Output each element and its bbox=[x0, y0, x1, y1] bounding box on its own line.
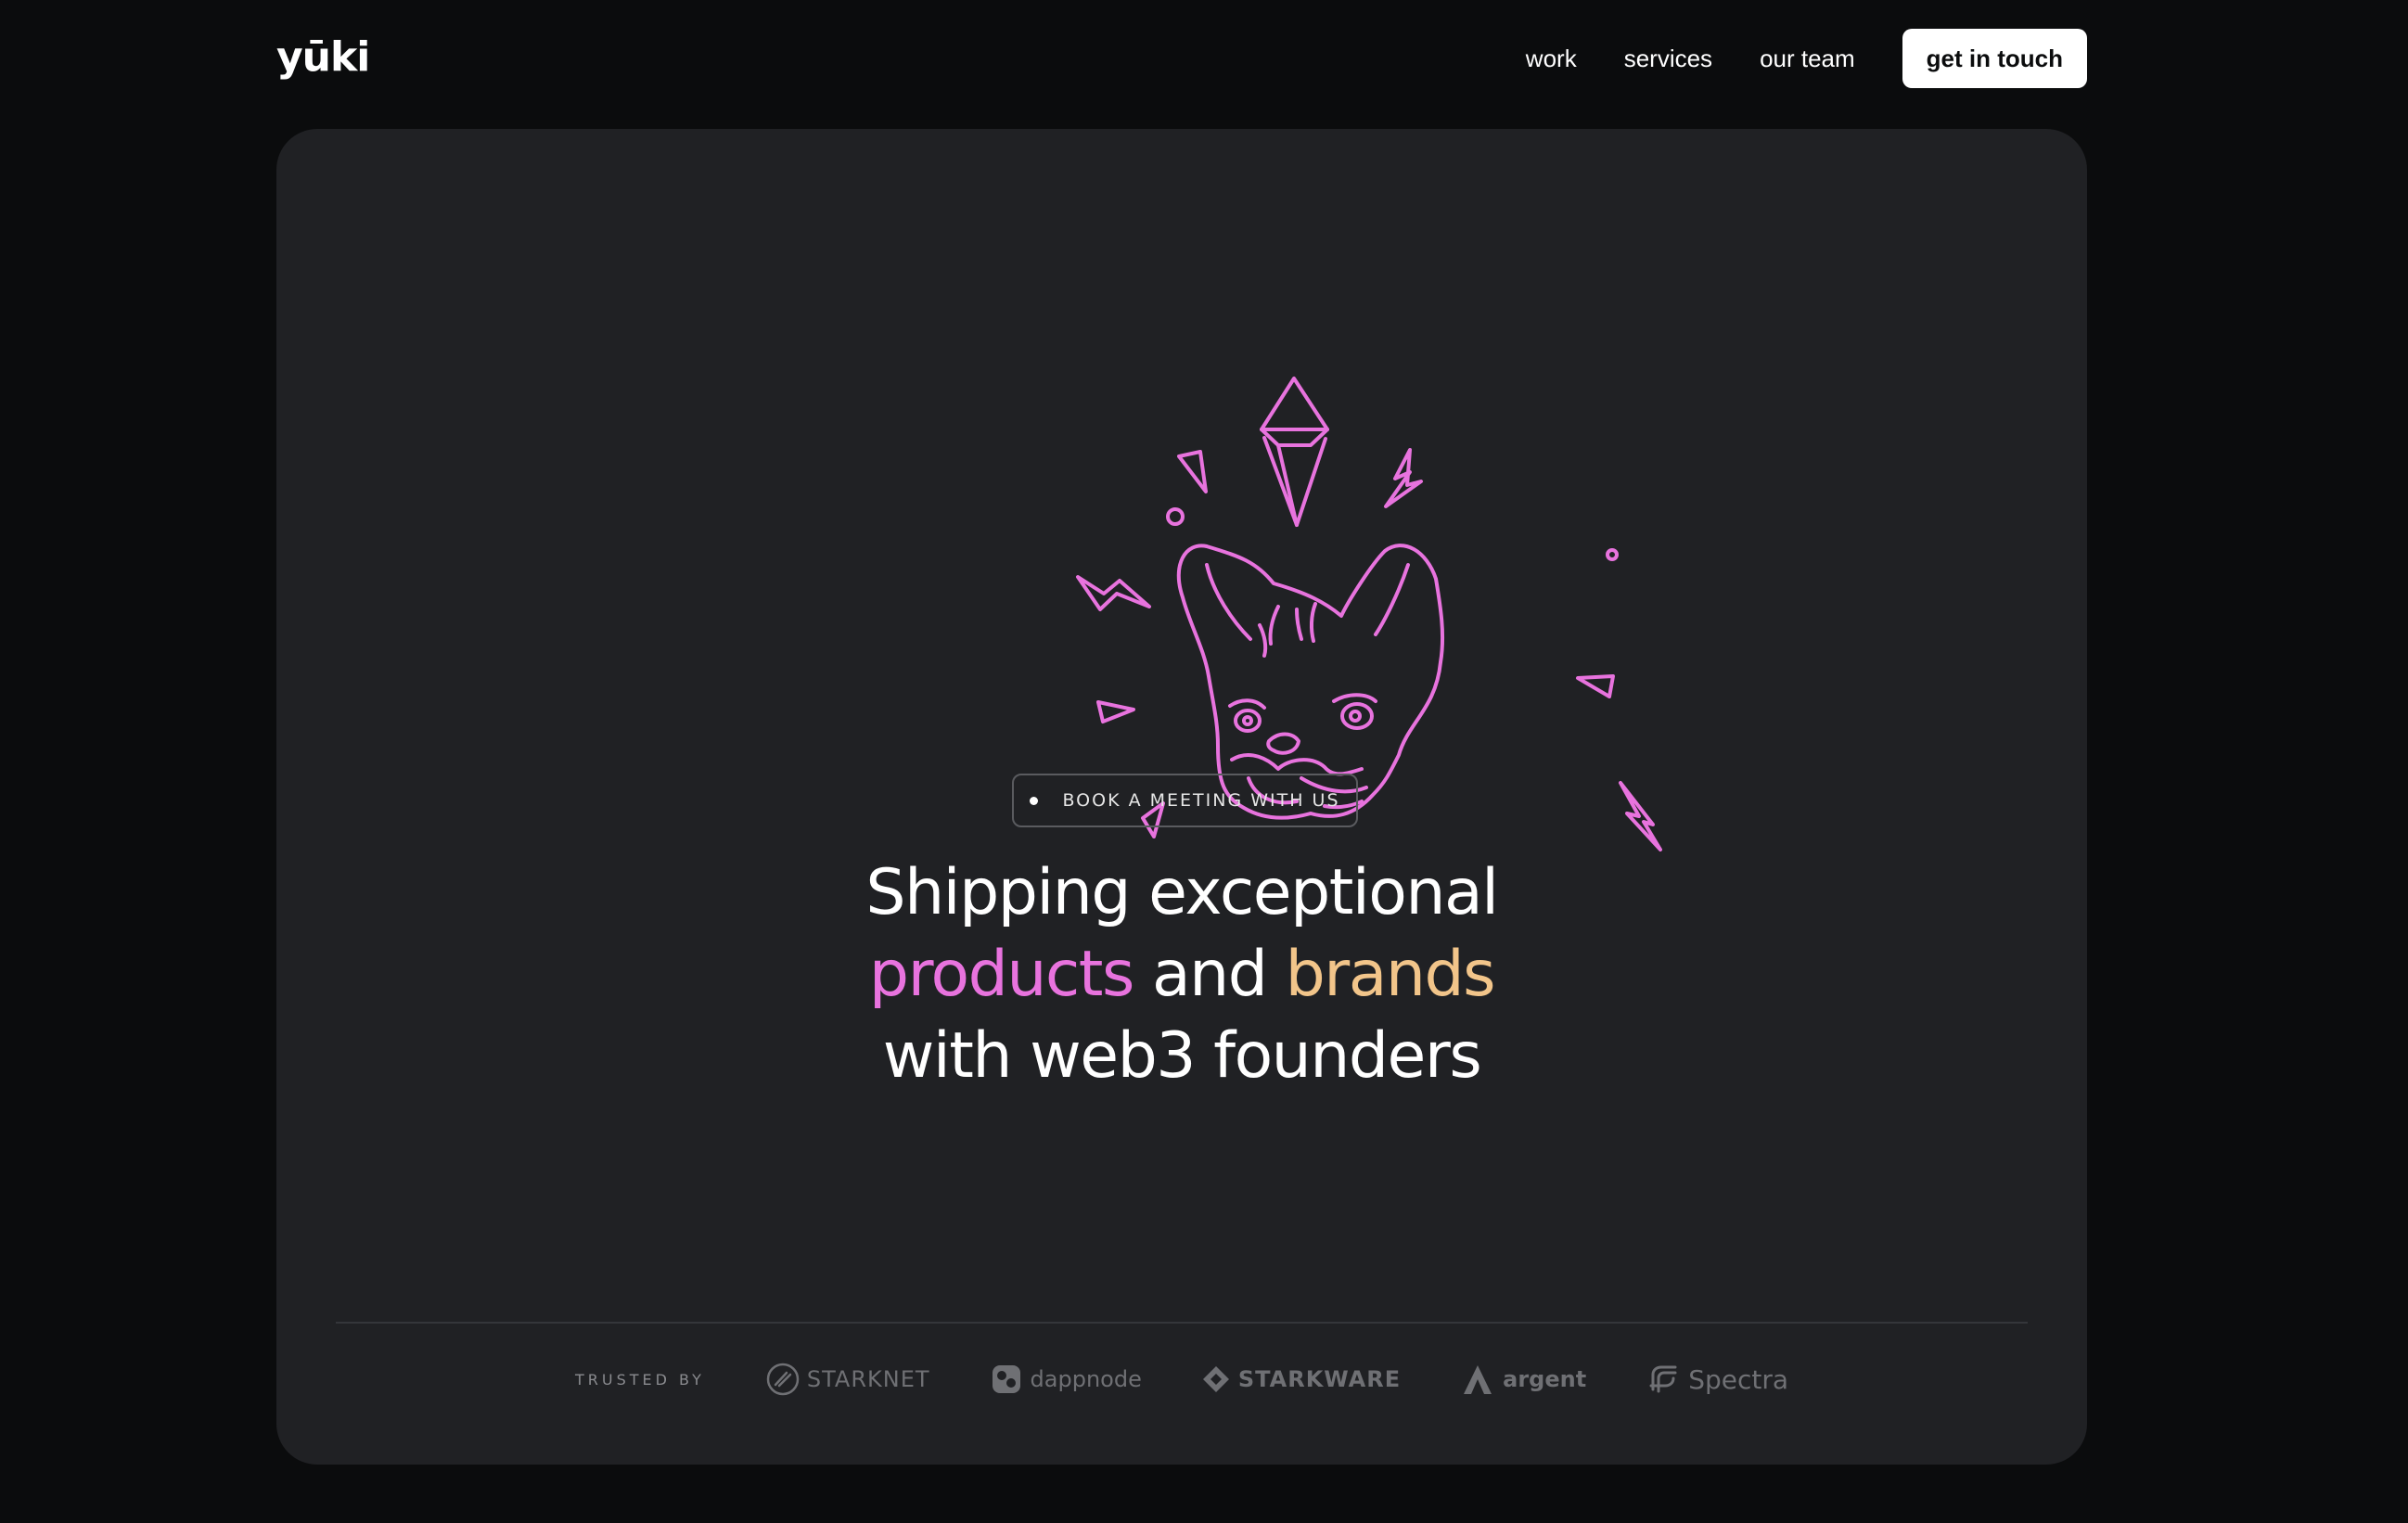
headline-word-brands: brands bbox=[1285, 938, 1496, 1011]
headline-line-2: products and brands bbox=[276, 934, 2087, 1016]
partner-logo-spectra: Spectra bbox=[1646, 1362, 1788, 1397]
starknet-icon bbox=[766, 1363, 800, 1396]
partner-logo-starkware: STARKWARE bbox=[1201, 1364, 1401, 1394]
book-meeting-button[interactable]: BOOK A MEETING WITH US bbox=[1012, 774, 1358, 827]
main-nav: work services our team get in touch bbox=[1526, 28, 2087, 89]
book-meeting-label: BOOK A MEETING WITH US bbox=[1062, 790, 1340, 811]
headline-word-products: products bbox=[868, 938, 1134, 1011]
partner-name-dappnode: dappnode bbox=[1030, 1366, 1142, 1392]
partner-name-argent: argent bbox=[1503, 1366, 1587, 1392]
hero-card: BOOK A MEETING WITH US Shipping exceptio… bbox=[276, 129, 2087, 1465]
partner-logo-argent: argent bbox=[1460, 1363, 1586, 1396]
section-divider bbox=[336, 1322, 2028, 1324]
nav-link-services[interactable]: services bbox=[1624, 28, 1712, 89]
partner-name-spectra: Spectra bbox=[1688, 1363, 1789, 1395]
partner-name-starknet: STARKNET bbox=[806, 1366, 930, 1392]
trusted-by-bar: TRUSTED BY STARKNET dappnode STARKWARE a… bbox=[276, 1351, 2087, 1407]
starkware-icon bbox=[1202, 1366, 1229, 1392]
crystal-icon bbox=[1260, 377, 1329, 527]
yuki-logo[interactable]: yūki bbox=[276, 33, 370, 82]
partner-logo-dappnode: dappnode bbox=[990, 1363, 1142, 1396]
trusted-by-label: TRUSTED BY bbox=[574, 1370, 705, 1389]
nav-link-work[interactable]: work bbox=[1526, 28, 1577, 89]
dappnode-icon bbox=[992, 1365, 1020, 1393]
headline-line-1: Shipping exceptional bbox=[865, 856, 1499, 929]
partner-name-starkware: STARKWARE bbox=[1237, 1366, 1402, 1392]
partner-logo-starknet: STARKNET bbox=[766, 1363, 930, 1396]
site-header: yūki work services our team get in touch bbox=[276, 28, 2087, 89]
status-dot-icon bbox=[1030, 796, 1039, 805]
argent-icon bbox=[1464, 1365, 1492, 1394]
headline-word-and: and bbox=[1152, 938, 1268, 1011]
get-in-touch-button[interactable]: get in touch bbox=[1902, 29, 2087, 88]
headline-line-3: with web3 founders bbox=[882, 1019, 1482, 1093]
spectra-icon bbox=[1649, 1365, 1677, 1393]
nav-link-our-team[interactable]: our team bbox=[1760, 28, 1855, 89]
hero-headline: Shipping exceptional products and brands… bbox=[276, 852, 2087, 1097]
